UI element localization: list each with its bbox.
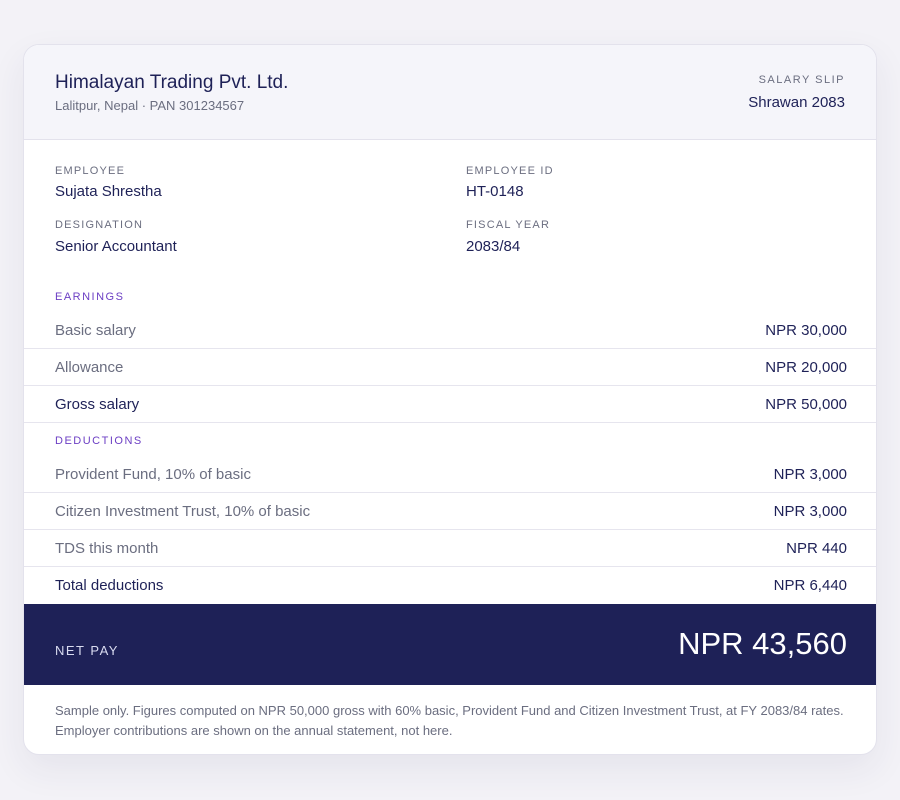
total-deductions-label: Total deductions [55,577,164,594]
earnings-row-label: Allowance [55,359,124,376]
net-pay-label: NET PAY [55,643,119,658]
employee-id-label: EMPLOYEE ID [466,165,554,177]
gross-salary-label: Gross salary [55,396,140,413]
slip-header: Himalayan Trading Pvt. Ltd. Lalitpur, Ne… [24,45,876,140]
earnings-row-amount: NPR 30,000 [765,322,847,339]
deductions-row-amount: NPR 440 [786,540,847,557]
fiscal-year-label: FISCAL YEAR [466,219,551,231]
deductions-row-label: TDS this month [55,540,159,557]
deductions-row-amount: NPR 3,000 [773,503,847,520]
earnings-row-amount: NPR 20,000 [765,359,847,376]
employee-id: HT-0148 [466,183,524,200]
deductions-row-label: Provident Fund, 10% of basic [55,466,251,483]
net-pay-amount: NPR 43,560 [678,626,847,661]
salary-slip-card: Himalayan Trading Pvt. Ltd. Lalitpur, Ne… [23,44,877,755]
footnote-line: Employer contributions are shown on the … [55,723,453,738]
total-deductions-amount: NPR 6,440 [773,577,847,594]
company-name: Himalayan Trading Pvt. Ltd. [55,72,289,93]
deductions-row: TDS this month NPR 440 [24,530,876,567]
gross-salary-row: Gross salary NPR 50,000 [24,386,876,423]
footnote: Sample only. Figures computed on NPR 50,… [55,701,855,741]
fiscal-year: 2083/84 [466,238,521,255]
earnings-row: Allowance NPR 20,000 [24,349,876,386]
total-deductions-row: Total deductions NPR 6,440 [24,567,876,604]
gross-salary-amount: NPR 50,000 [765,396,847,413]
deductions-row-amount: NPR 3,000 [773,466,847,483]
designation-label: DESIGNATION [55,219,144,231]
employee-name: Sujata Shrestha [55,183,162,200]
slip-period: Shrawan 2083 [748,94,845,111]
slip-label: SALARY SLIP [758,74,845,86]
deductions-title: DEDUCTIONS [55,435,143,447]
net-pay-banner: NET PAY NPR 43,560 [24,604,876,685]
earnings-row: Basic salary NPR 30,000 [24,312,876,349]
footnote-line: Sample only. Figures computed on NPR 50,… [55,703,844,718]
company-meta: Lalitpur, Nepal · PAN 301234567 [55,98,245,113]
earnings-title: EARNINGS [55,291,125,303]
earnings-row-label: Basic salary [55,322,136,339]
deductions-row: Provident Fund, 10% of basic NPR 3,000 [24,456,876,493]
employee-name-label: EMPLOYEE [55,165,126,177]
deductions-row-label: Citizen Investment Trust, 10% of basic [55,503,311,520]
designation: Senior Accountant [55,238,177,255]
deductions-row: Citizen Investment Trust, 10% of basic N… [24,493,876,530]
